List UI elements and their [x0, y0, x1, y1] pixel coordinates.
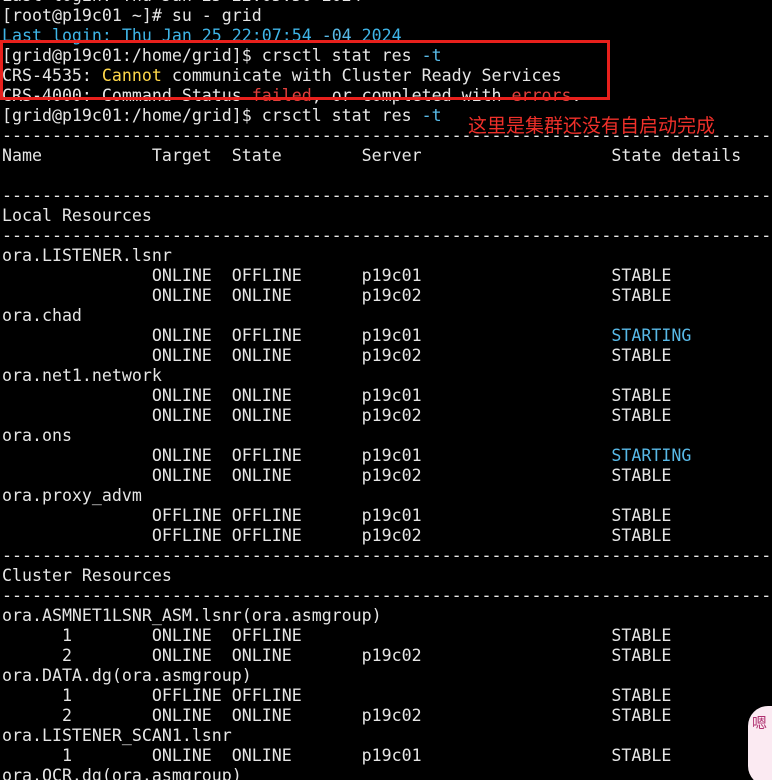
terminal-line: ora.proxy_advm [2, 486, 772, 506]
terminal-text: Name Target State Server State details [2, 146, 742, 165]
terminal-text: Cannot [101, 66, 162, 85]
terminal-line: 1 ONLINE OFFLINE STABLE [2, 626, 772, 646]
terminal-text: Last login: Thu Jan 25 22:05:50 2024 [2, 0, 362, 5]
terminal-line: ONLINE ONLINE p19c02 STABLE [2, 346, 772, 366]
terminal-text: failed [251, 86, 312, 105]
terminal-line: ----------------------------------------… [2, 586, 772, 606]
terminal-text: OFFLINE OFFLINE p19c02 STABLE [2, 526, 672, 545]
terminal-line: ora.DATA.dg(ora.asmgroup) [2, 666, 772, 686]
terminal-text: ONLINE ONLINE p19c01 STABLE [2, 386, 672, 405]
terminal-line: ONLINE ONLINE p19c01 STABLE [2, 386, 772, 406]
terminal-text: [root@p19c01 ~]# su - grid [2, 6, 262, 25]
terminal-line: ora.net1.network [2, 366, 772, 386]
terminal-line: ora.ons [2, 426, 772, 446]
terminal-text: ora.net1.network [2, 366, 162, 385]
terminal-text: ora.ASMNET1LSNR_ASM.lsnr(ora.asmgroup) [2, 606, 382, 625]
terminal-text: 2 ONLINE ONLINE p19c02 STABLE [2, 706, 672, 725]
terminal-line: OFFLINE OFFLINE p19c02 STABLE [2, 526, 772, 546]
terminal-text: ONLINE ONLINE p19c02 STABLE [2, 406, 672, 425]
terminal-text: 1 OFFLINE OFFLINE STABLE [2, 686, 672, 705]
terminal-text: [grid@p19c01:/home/grid]$ crsctl stat re… [2, 46, 422, 65]
terminal-line: ora.LISTENER_SCAN1.lsnr [2, 726, 772, 746]
terminal-text: ora.OCR.dg(ora.asmgroup) [2, 766, 242, 780]
terminal-line: Cluster Resources [2, 566, 772, 586]
terminal-text: errors [511, 86, 572, 105]
terminal-line: ora.OCR.dg(ora.asmgroup) [2, 766, 772, 780]
terminal-text: [grid@p19c01:/home/grid]$ crsctl stat re… [2, 106, 422, 125]
terminal-line: Last login: Thu Jan 25 22:07:54 -04 2024 [2, 26, 772, 46]
floating-assistant-widget[interactable]: 嗯 [748, 706, 772, 780]
terminal-text: 2 ONLINE ONLINE p19c02 STABLE [2, 646, 672, 665]
terminal-line: [root@p19c01 ~]# su - grid [2, 6, 772, 26]
terminal-line: 2 ONLINE ONLINE p19c02 STABLE [2, 646, 772, 666]
terminal-text: Local Resources [2, 206, 152, 225]
annotation-note: 这里是集群还没有自启动完成 [468, 115, 716, 137]
terminal-line: ONLINE OFFLINE p19c01 STABLE [2, 266, 772, 286]
terminal-text: ----------------------------------------… [2, 186, 772, 205]
terminal-line: ----------------------------------------… [2, 226, 772, 246]
terminal-text: -t [421, 46, 442, 65]
terminal-text: communicate with Cluster Ready Services [161, 66, 562, 85]
terminal-text: ora.DATA.dg(ora.asmgroup) [2, 666, 252, 685]
terminal-text: ONLINE ONLINE p19c02 STABLE [2, 286, 672, 305]
terminal-text: ora.ons [2, 426, 72, 445]
terminal-text: ora.chad [2, 306, 82, 325]
terminal-text: STARTING [611, 326, 692, 345]
terminal-text: ONLINE OFFLINE p19c01 STABLE [2, 266, 672, 285]
terminal-line: ONLINE ONLINE p19c02 STABLE [2, 286, 772, 306]
terminal-line: CRS-4000: Command Status failed, or comp… [2, 86, 772, 106]
terminal-text: ora.LISTENER_SCAN1.lsnr [2, 726, 232, 745]
terminal-line: ora.chad [2, 306, 772, 326]
terminal-line: ----------------------------------------… [2, 546, 772, 566]
terminal-text: -t [421, 106, 442, 125]
terminal-line: ora.ASMNET1LSNR_ASM.lsnr(ora.asmgroup) [2, 606, 772, 626]
terminal-text: 1 ONLINE OFFLINE STABLE [2, 626, 672, 645]
terminal-window[interactable]: Last login: Thu Jan 25 22:05:50 2024[roo… [0, 0, 772, 780]
terminal-text: ora.LISTENER.lsnr [2, 246, 172, 265]
terminal-line: Local Resources [2, 206, 772, 226]
terminal-text: ONLINE ONLINE p19c02 STABLE [2, 466, 672, 485]
terminal-text: Cluster Resources [2, 566, 172, 585]
terminal-text: ONLINE OFFLINE p19c01 [2, 326, 612, 345]
terminal-line: 1 ONLINE ONLINE p19c01 STABLE [2, 746, 772, 766]
terminal-line: CRS-4535: Cannot communicate with Cluste… [2, 66, 772, 86]
terminal-text: CRS-4535: [2, 66, 102, 85]
terminal-text: STARTING [611, 446, 692, 465]
terminal-text: , or completed with [311, 86, 512, 105]
terminal-line: ONLINE OFFLINE p19c01 STARTING [2, 446, 772, 466]
terminal-line: ----------------------------------------… [2, 186, 772, 206]
terminal-line: ONLINE OFFLINE p19c01 STARTING [2, 326, 772, 346]
terminal-line: ora.LISTENER.lsnr [2, 246, 772, 266]
terminal-line: [grid@p19c01:/home/grid]$ crsctl stat re… [2, 46, 772, 66]
terminal-text: OFFLINE OFFLINE p19c01 STABLE [2, 506, 672, 525]
terminal-line: ONLINE ONLINE p19c02 STABLE [2, 406, 772, 426]
terminal-line: OFFLINE OFFLINE p19c01 STABLE [2, 506, 772, 526]
terminal-text: -04 [321, 26, 352, 45]
chat-bubble-icon: 嗯 [752, 714, 768, 732]
terminal-text: ONLINE OFFLINE p19c01 [2, 446, 612, 465]
terminal-line: 1 OFFLINE OFFLINE STABLE [2, 686, 772, 706]
terminal-line: Name Target State Server State details [2, 146, 772, 166]
terminal-text: Last login: Thu Jan 25 22:07:54 [2, 26, 322, 45]
terminal-text: ONLINE ONLINE p19c02 STABLE [2, 346, 672, 365]
terminal-text: ora.proxy_advm [2, 486, 142, 505]
terminal-text: . [571, 86, 582, 105]
terminal-text: 1 ONLINE ONLINE p19c01 STABLE [2, 746, 672, 765]
terminal-text: CRS-4000: Command Status [2, 86, 252, 105]
terminal-text: 2024 [351, 26, 402, 45]
terminal-line: ONLINE ONLINE p19c02 STABLE [2, 466, 772, 486]
terminal-line: 2 ONLINE ONLINE p19c02 STABLE [2, 706, 772, 726]
terminal-text: ----------------------------------------… [2, 546, 772, 565]
terminal-text: ----------------------------------------… [2, 586, 772, 605]
terminal-text: ----------------------------------------… [2, 226, 772, 245]
